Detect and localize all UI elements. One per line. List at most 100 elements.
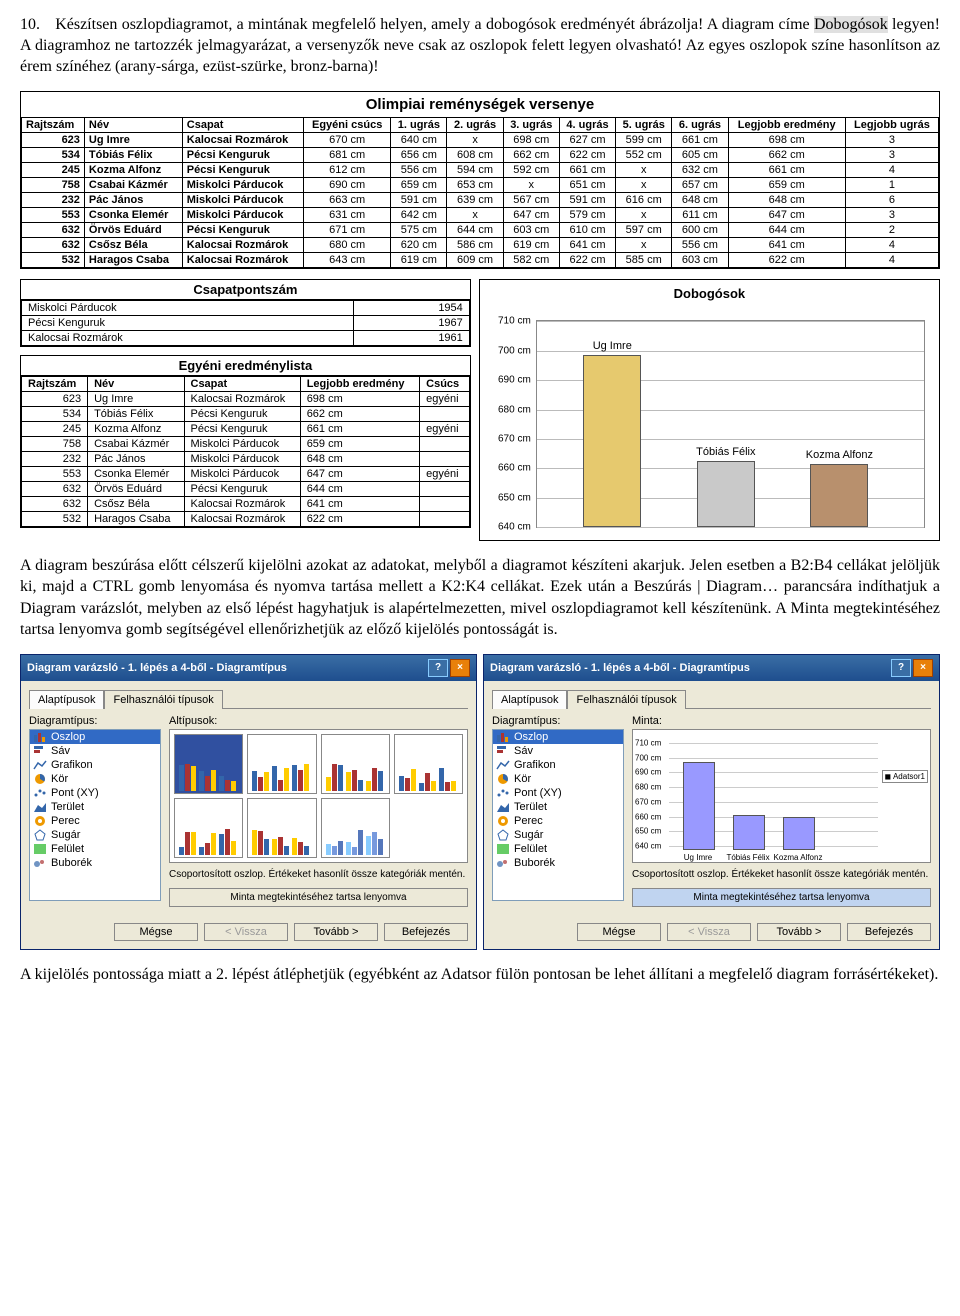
type-icon bbox=[33, 829, 47, 841]
type-icon bbox=[496, 759, 510, 771]
preview-legend: ◼ Adatsor1 bbox=[882, 770, 928, 783]
individual-results-table: RajtszámNévCsapatLegjobb eredményCsúcs62… bbox=[21, 376, 470, 527]
task-paragraph: 10.Készítsen oszlopdiagramot, a mintának… bbox=[20, 14, 940, 77]
chart-type-option[interactable]: Terület bbox=[493, 800, 623, 814]
type-icon bbox=[496, 731, 510, 743]
type-icon bbox=[496, 801, 510, 813]
label-chart-type: Diagramtípus: bbox=[29, 715, 161, 727]
tab-custom[interactable]: Felhasználói típusok bbox=[104, 690, 222, 709]
help-icon[interactable]: ? bbox=[891, 659, 911, 677]
dialog-titlebar: Diagram varázsló - 1. lépés a 4-ből - Di… bbox=[484, 655, 939, 681]
chart-type-option[interactable]: Kör bbox=[30, 772, 160, 786]
chart-type-option[interactable]: Sugár bbox=[493, 828, 623, 842]
type-icon bbox=[496, 773, 510, 785]
chart-wizard-dialog-preview: Diagram varázsló - 1. lépés a 4-ből - Di… bbox=[483, 654, 940, 950]
type-icon bbox=[33, 787, 47, 799]
type-icon bbox=[33, 745, 47, 757]
type-icon bbox=[496, 787, 510, 799]
chart-type-option[interactable]: Sáv bbox=[30, 744, 160, 758]
chart-type-option[interactable]: Kör bbox=[493, 772, 623, 786]
chart-type-option[interactable]: Buborék bbox=[30, 856, 160, 870]
tab-custom[interactable]: Felhasználói típusok bbox=[567, 690, 685, 709]
chart-type-option[interactable]: Felület bbox=[30, 842, 160, 856]
finish-button[interactable]: Befejezés bbox=[847, 923, 931, 941]
chart-type-option[interactable]: Perec bbox=[30, 814, 160, 828]
chart-type-option[interactable]: Oszlop bbox=[493, 730, 623, 744]
task-number: 10. bbox=[20, 14, 55, 35]
chart-type-listbox[interactable]: OszlopSávGrafikonKörPont (XY)TerületPere… bbox=[492, 729, 624, 901]
type-icon bbox=[496, 745, 510, 757]
individual-results-box: Egyéni eredménylista RajtszámNévCsapatLe… bbox=[20, 355, 471, 528]
dialog-titlebar: Diagram varázsló - 1. lépés a 4-ből - Di… bbox=[21, 655, 476, 681]
main-table: RajtszámNévCsapatEgyéni csúcs1. ugrás2. … bbox=[21, 117, 939, 268]
close-icon[interactable]: × bbox=[450, 659, 470, 677]
hold-to-preview-button[interactable]: Minta megtekintéséhez tartsa lenyomva bbox=[169, 888, 468, 907]
next-button[interactable]: Tovább > bbox=[294, 923, 378, 941]
wizard-dialogs-row: Diagram varázsló - 1. lépés a 4-ből - Di… bbox=[20, 654, 940, 950]
back-button: < Vissza bbox=[667, 923, 751, 941]
subtype-thumb[interactable] bbox=[247, 798, 316, 858]
finish-button[interactable]: Befejezés bbox=[384, 923, 468, 941]
subtype-thumb[interactable] bbox=[321, 734, 390, 794]
chart-type-option[interactable]: Terület bbox=[30, 800, 160, 814]
subtype-thumb[interactable] bbox=[247, 734, 316, 794]
podium-chart: Dobogósok 640 cm650 cm660 cm670 cm680 cm… bbox=[479, 279, 940, 541]
chart-wizard-dialog-subtypes: Diagram varázsló - 1. lépés a 4-ből - Di… bbox=[20, 654, 477, 950]
type-icon bbox=[33, 857, 47, 869]
chart-type-option[interactable]: Sugár bbox=[30, 828, 160, 842]
type-icon bbox=[33, 815, 47, 827]
type-icon bbox=[496, 843, 510, 855]
chart-type-option[interactable]: Perec bbox=[493, 814, 623, 828]
help-icon[interactable]: ? bbox=[428, 659, 448, 677]
subtype-thumb[interactable] bbox=[394, 734, 463, 794]
type-icon bbox=[496, 829, 510, 841]
type-icon bbox=[33, 843, 47, 855]
dialog-title: Diagram varázsló - 1. lépés a 4-ből - Di… bbox=[490, 662, 750, 674]
explanation-paragraph-1: A diagram beszúrása előtt célszerű kijel… bbox=[20, 555, 940, 639]
label-chart-type: Diagramtípus: bbox=[492, 715, 624, 727]
hold-to-preview-button-pressed[interactable]: Minta megtekintéséhez tartsa lenyomva bbox=[632, 888, 931, 907]
subtype-thumb[interactable] bbox=[174, 734, 243, 794]
chart-type-option[interactable]: Oszlop bbox=[30, 730, 160, 744]
tab-standard[interactable]: Alaptípusok bbox=[29, 690, 104, 709]
subtype-description: Csoportosított oszlop. Értékeket hasonlí… bbox=[169, 869, 468, 880]
chart-type-option[interactable]: Pont (XY) bbox=[30, 786, 160, 800]
type-icon bbox=[33, 773, 47, 785]
chart-type-option[interactable]: Pont (XY) bbox=[493, 786, 623, 800]
subtype-description: Csoportosított oszlop. Értékeket hasonlí… bbox=[632, 869, 931, 880]
tab-standard[interactable]: Alaptípusok bbox=[492, 690, 567, 709]
type-icon bbox=[496, 815, 510, 827]
close-icon[interactable]: × bbox=[913, 659, 933, 677]
wizard-tabs: Alaptípusok Felhasználói típusok bbox=[29, 689, 468, 709]
subtype-thumb[interactable] bbox=[321, 798, 390, 858]
chart-type-option[interactable]: Sáv bbox=[493, 744, 623, 758]
individual-results-title: Egyéni eredménylista bbox=[21, 356, 470, 376]
chart-type-option[interactable]: Buborék bbox=[493, 856, 623, 870]
cancel-button[interactable]: Mégse bbox=[577, 923, 661, 941]
cancel-button[interactable]: Mégse bbox=[114, 923, 198, 941]
chart-plot-area: 640 cm650 cm660 cm670 cm680 cm690 cm700 … bbox=[536, 320, 925, 528]
back-button: < Vissza bbox=[204, 923, 288, 941]
type-icon bbox=[33, 731, 47, 743]
chart-title: Dobogósok bbox=[480, 280, 939, 307]
subtype-thumb[interactable] bbox=[174, 798, 243, 858]
explanation-paragraph-2: A kijelölés pontossága miatt a 2. lépést… bbox=[20, 964, 940, 985]
label-preview: Minta: bbox=[632, 715, 931, 727]
wizard-tabs: Alaptípusok Felhasználói típusok bbox=[492, 689, 931, 709]
chart-type-option[interactable]: Grafikon bbox=[493, 758, 623, 772]
dialog-title: Diagram varázsló - 1. lépés a 4-ből - Di… bbox=[27, 662, 287, 674]
preview-chart: ◼ Adatsor1 640 cm650 cm660 cm670 cm680 c… bbox=[632, 729, 931, 863]
team-score-table: Miskolci Párducok1954Pécsi Kenguruk1967K… bbox=[21, 300, 470, 346]
team-score-box: Csapatpontszám Miskolci Párducok1954Pécs… bbox=[20, 279, 471, 347]
label-subtypes: Altípusok: bbox=[169, 715, 468, 727]
subtype-grid[interactable] bbox=[169, 729, 468, 863]
chart-type-listbox[interactable]: OszlopSávGrafikonKörPont (XY)TerületPere… bbox=[29, 729, 161, 901]
type-icon bbox=[33, 801, 47, 813]
type-icon bbox=[496, 857, 510, 869]
highlighted-word: Dobogósok bbox=[814, 16, 888, 33]
next-button[interactable]: Tovább > bbox=[757, 923, 841, 941]
type-icon bbox=[33, 759, 47, 771]
team-score-title: Csapatpontszám bbox=[21, 280, 470, 300]
chart-type-option[interactable]: Grafikon bbox=[30, 758, 160, 772]
chart-type-option[interactable]: Felület bbox=[493, 842, 623, 856]
